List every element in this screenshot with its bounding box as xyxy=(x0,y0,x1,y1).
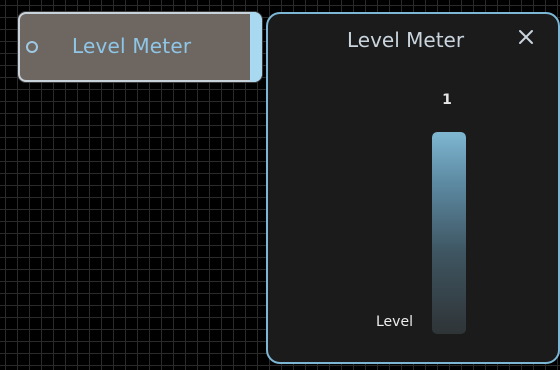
graph-canvas[interactable]: Level Meter Level Meter 1 Level xyxy=(0,0,560,370)
input-port-icon[interactable] xyxy=(26,41,38,53)
meter-label: Level xyxy=(376,314,413,330)
node-resize-handle[interactable] xyxy=(250,12,262,82)
level-value: 1 xyxy=(442,92,452,108)
level-meter-fill xyxy=(432,132,466,334)
close-icon[interactable] xyxy=(515,26,537,48)
level-meter-panel: Level Meter 1 Level xyxy=(266,12,560,364)
level-meter-bar xyxy=(432,132,466,334)
node-title: Level Meter xyxy=(72,34,192,58)
level-meter-node[interactable]: Level Meter xyxy=(18,12,262,82)
panel-title: Level Meter xyxy=(347,28,465,52)
